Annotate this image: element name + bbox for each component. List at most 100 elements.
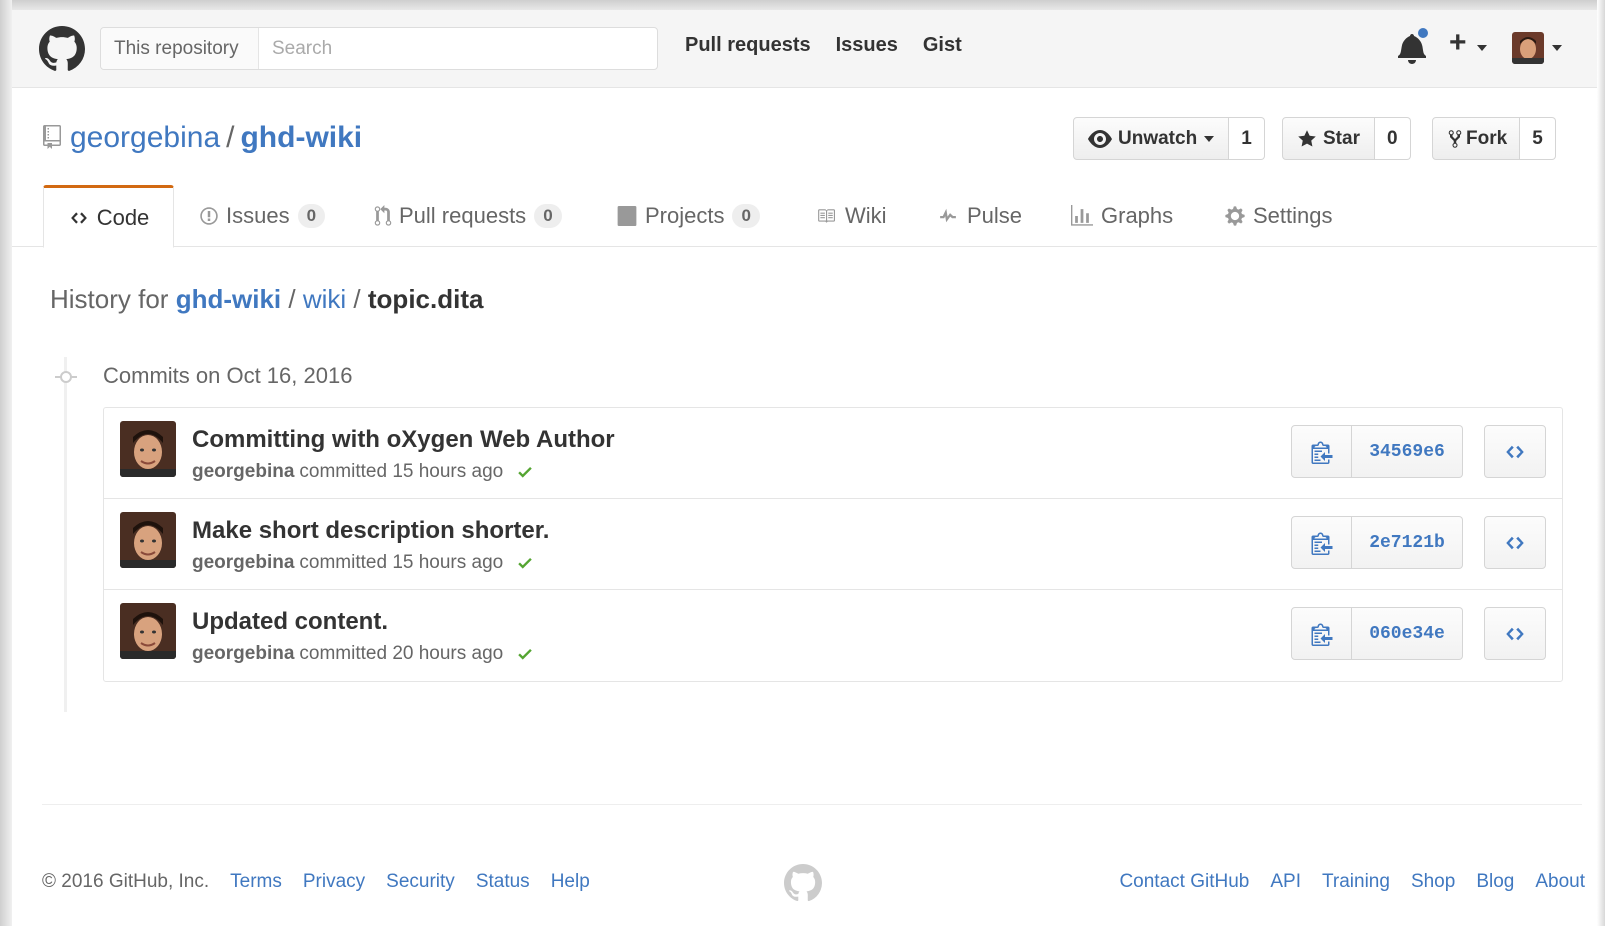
footer-link-privacy[interactable]: Privacy (303, 871, 365, 893)
author-avatar[interactable] (120, 421, 176, 477)
commit-author-link[interactable]: georgebina (192, 552, 294, 574)
commit-meta: georgebina committed 15 hours ago (192, 552, 535, 574)
unwatch-button[interactable]: Unwatch (1073, 117, 1230, 160)
pull-request-icon (374, 205, 392, 226)
footer-link-help[interactable]: Help (551, 871, 590, 893)
tab-pulse[interactable]: Pulse (936, 185, 1022, 247)
clippy-icon (1311, 532, 1332, 555)
github-logo-icon[interactable] (39, 26, 85, 72)
eye-icon (1088, 129, 1112, 148)
repo-tabs: Code Issues 0 Pull requests 0 Projects 0 (12, 185, 1597, 248)
tab-graphs[interactable]: Graphs (1070, 185, 1173, 247)
tab-label: Pulse (967, 203, 1023, 228)
browse-files-button[interactable] (1484, 607, 1546, 660)
tab-settings[interactable]: Settings (1224, 185, 1333, 247)
footer-link-contact[interactable]: Contact GitHub (1119, 871, 1249, 893)
watch-count[interactable]: 1 (1229, 117, 1265, 160)
star-label: Star (1323, 127, 1360, 149)
fork-count[interactable]: 5 (1520, 117, 1556, 160)
graph-icon (1071, 205, 1093, 226)
footer-link-status[interactable]: Status (476, 871, 530, 893)
tab-counter: 0 (534, 204, 562, 228)
unwatch-label: Unwatch (1118, 127, 1198, 149)
commit-row: Updated content. georgebina committed 20… (104, 590, 1562, 681)
star-count[interactable]: 0 (1374, 117, 1411, 160)
copy-sha-button[interactable] (1291, 516, 1352, 569)
footer-link-shop[interactable]: Shop (1411, 871, 1455, 893)
site-header: This repository Pull requests Issues Gis… (12, 10, 1597, 88)
commit-row: Make short description shorter. georgebi… (104, 499, 1562, 590)
tab-issues[interactable]: Issues 0 (199, 185, 326, 247)
timeline-line (64, 357, 67, 712)
commit-row: Committing with oXygen Web Author george… (104, 408, 1562, 499)
breadcrumb-repo-link[interactable]: ghd-wiki (176, 284, 281, 314)
tab-label: Projects (645, 203, 725, 228)
footer-link-terms[interactable]: Terms (230, 871, 282, 893)
search-box: This repository (100, 27, 658, 70)
user-avatar[interactable] (1512, 32, 1544, 64)
repo-name-link[interactable]: ghd-wiki (240, 121, 362, 154)
book-icon (818, 209, 835, 223)
star-button[interactable]: Star (1282, 117, 1375, 160)
tab-counter: 0 (732, 204, 760, 228)
tab-pull-requests[interactable]: Pull requests 0 (374, 185, 562, 247)
commit-message-link[interactable]: Make short description shorter. (192, 517, 549, 545)
commit-list: Committing with oXygen Web Author george… (103, 407, 1563, 682)
code-icon (70, 211, 87, 224)
footer-copyright: © 2016 GitHub, Inc. (42, 871, 210, 892)
repo-icon (43, 125, 61, 149)
commit-message-link[interactable]: Committing with oXygen Web Author (192, 426, 615, 454)
top-nav: Pull requests Issues Gist (685, 34, 962, 57)
breadcrumb-file: topic.dita (367, 284, 484, 314)
footer-link-training[interactable]: Training (1322, 871, 1390, 893)
commit-sha-link[interactable]: 2e7121b (1352, 516, 1463, 569)
commit-sha-link[interactable]: 060e34e (1352, 607, 1463, 660)
github-mark-icon[interactable] (784, 864, 822, 902)
nav-pull-requests[interactable]: Pull requests (685, 34, 811, 57)
fork-label: Fork (1466, 127, 1508, 149)
repo-owner-link[interactable]: georgebina (70, 121, 220, 154)
browse-files-button[interactable] (1484, 516, 1546, 569)
author-avatar[interactable] (120, 603, 176, 659)
tab-label: Pull requests (399, 203, 527, 228)
breadcrumb-separator: / (353, 284, 361, 314)
search-scope-label[interactable]: This repository (101, 28, 259, 69)
footer-link-blog[interactable]: Blog (1476, 871, 1514, 893)
commit-author-link[interactable]: georgebina (192, 461, 294, 483)
commit-message-link[interactable]: Updated content. (192, 608, 388, 636)
footer-link-security[interactable]: Security (386, 871, 455, 893)
star-icon (1298, 129, 1316, 146)
commit-sha-link[interactable]: 34569e6 (1352, 425, 1463, 478)
create-new-icon[interactable]: + (1449, 26, 1467, 60)
commit-time: committed 15 hours ago (299, 461, 504, 482)
search-input[interactable] (259, 28, 657, 69)
copy-sha-button[interactable] (1291, 425, 1352, 478)
tab-code[interactable]: Code (43, 185, 174, 248)
copy-sha-button[interactable] (1291, 607, 1352, 660)
tab-projects[interactable]: Projects 0 (616, 185, 760, 247)
breadcrumb-folder-link[interactable]: wiki (303, 284, 346, 314)
commit-time: committed 20 hours ago (299, 643, 504, 664)
browse-files-button[interactable] (1484, 425, 1546, 478)
tab-label: Code (96, 204, 150, 230)
star-group: Star 0 (1282, 117, 1411, 160)
author-avatar[interactable] (120, 512, 176, 568)
check-icon[interactable] (515, 645, 535, 663)
gear-icon (1225, 206, 1245, 226)
tab-wiki[interactable]: Wiki (814, 185, 887, 247)
commit-meta: georgebina committed 15 hours ago (192, 461, 535, 483)
check-icon[interactable] (515, 463, 535, 481)
project-icon (617, 206, 637, 226)
commit-author-link[interactable]: georgebina (192, 643, 294, 665)
tab-label: Settings (1253, 203, 1333, 228)
check-icon[interactable] (515, 554, 535, 572)
sha-group: 2e7121b (1291, 516, 1463, 569)
footer-link-api[interactable]: API (1270, 871, 1301, 893)
watch-group: Unwatch 1 (1073, 117, 1265, 160)
breadcrumb: History for ghd-wiki / wiki / topic.dita (50, 284, 483, 315)
footer-link-about[interactable]: About (1535, 871, 1585, 893)
repo-title: georgebina / ghd-wiki (70, 121, 362, 155)
nav-issues[interactable]: Issues (836, 34, 898, 57)
nav-gist[interactable]: Gist (923, 34, 962, 57)
fork-button[interactable]: Fork (1432, 117, 1521, 160)
